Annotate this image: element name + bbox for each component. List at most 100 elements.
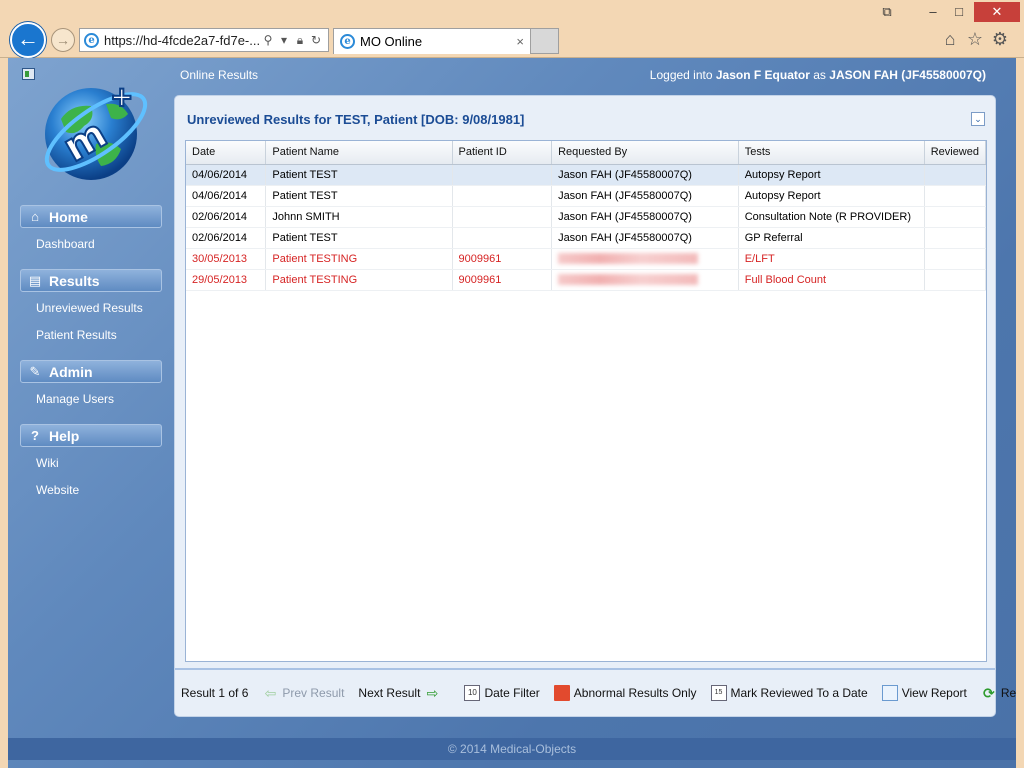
- cell-requested-by: Jason FAH (JF45580007Q): [551, 164, 739, 186]
- results-table: Date Patient Name Patient ID Requested B…: [186, 141, 986, 291]
- svg-text:+: +: [110, 80, 133, 113]
- restore-tab-icon[interactable]: ⧉: [872, 2, 902, 22]
- refresh-button[interactable]: ⟳ Refresh: [981, 685, 1016, 701]
- abnormal-results-only-button[interactable]: Abnormal Results Only: [553, 685, 697, 701]
- table-header-row: Date Patient Name Patient ID Requested B…: [186, 141, 986, 165]
- section-title-home: Home: [49, 208, 88, 225]
- sidebar-section-home[interactable]: ⌂ Home: [20, 205, 162, 228]
- forward-button[interactable]: →: [51, 28, 75, 52]
- col-header-patient-name[interactable]: Patient Name: [265, 141, 453, 165]
- cell-patient-name: Patient TEST: [265, 227, 453, 249]
- collapse-chevron-icon[interactable]: ⌄: [971, 112, 985, 126]
- mark-reviewed-label: Mark Reviewed To a Date: [730, 686, 868, 700]
- table-row[interactable]: 02/06/2014 Johnn SMITH Jason FAH (JF4558…: [186, 206, 986, 228]
- redacted-text: [558, 253, 699, 265]
- sidebar-section-results[interactable]: ▤ Results: [20, 269, 162, 292]
- col-header-reviewed[interactable]: Reviewed: [924, 141, 986, 165]
- prev-result-label: Prev Result: [282, 686, 345, 700]
- mark-reviewed-button[interactable]: 15 Mark Reviewed To a Date: [710, 685, 868, 701]
- cell-date: 04/06/2014: [186, 185, 267, 207]
- sidebar-section-help[interactable]: ? Help: [20, 424, 162, 447]
- logged-user: JASON FAH (JF45580007Q): [829, 68, 986, 82]
- cell-test: Consultation Note (R PROVIDER): [738, 206, 925, 228]
- page-content: m + Online Results Logged into Jason F E…: [8, 58, 1016, 768]
- sidebar-item-manage-users[interactable]: Manage Users: [20, 391, 162, 418]
- cell-patient-name: Patient TESTING: [265, 269, 453, 291]
- settings-gear-icon[interactable]: ⚙: [990, 29, 1010, 49]
- online-results-link[interactable]: Online Results: [180, 68, 258, 82]
- date-filter-label: Date Filter: [484, 686, 540, 700]
- cell-date: 04/06/2014: [186, 164, 267, 186]
- browser-chrome: ⧉ – □ ✕ ← → e https://hd-4fcde2a7-fd7e-.…: [0, 0, 1024, 58]
- section-title-results: Results: [49, 272, 100, 289]
- page-footer: © 2014 Medical-Objects: [8, 738, 1016, 760]
- next-result-button[interactable]: Next Result ⇨: [358, 685, 440, 701]
- cell-reviewed: [924, 164, 986, 186]
- cell-reviewed: [924, 185, 986, 207]
- arrow-right-icon: ⇨: [426, 685, 439, 701]
- reload-icon[interactable]: ↻: [308, 33, 324, 47]
- table-row-abnormal[interactable]: 30/05/2013 Patient TESTING 9009961 E/LFT: [186, 248, 986, 270]
- cell-test: Autopsy Report: [738, 185, 925, 207]
- lock-icon[interactable]: 🔒︎: [292, 33, 308, 48]
- favorites-star-icon[interactable]: ☆: [965, 29, 985, 49]
- table-row-abnormal[interactable]: 29/05/2013 Patient TESTING 9009961 Full …: [186, 269, 986, 291]
- logged-prefix: Logged into: [649, 68, 713, 82]
- dropdown-icon[interactable]: ▾: [276, 33, 292, 47]
- tab-close-icon[interactable]: ×: [516, 34, 524, 49]
- abnormal-only-label: Abnormal Results Only: [573, 686, 697, 700]
- red-document-icon: [553, 685, 570, 701]
- table-row[interactable]: 04/06/2014 Patient TEST Jason FAH (JF455…: [186, 185, 986, 207]
- sidebar-item-dashboard[interactable]: Dashboard: [20, 236, 162, 263]
- sidebar-section-admin[interactable]: ✎ Admin: [20, 360, 162, 383]
- sidebar-item-wiki[interactable]: Wiki: [20, 455, 162, 482]
- back-button[interactable]: ←: [10, 22, 46, 58]
- house-icon: ⌂: [31, 209, 39, 224]
- home-icon[interactable]: ⌂: [940, 29, 960, 49]
- cell-patient-name: Patient TEST: [265, 185, 453, 207]
- sidebar-item-unreviewed-results[interactable]: Unreviewed Results: [20, 300, 162, 327]
- search-icon[interactable]: ⚲: [260, 33, 276, 47]
- prev-result-button[interactable]: ⇦ Prev Result: [262, 685, 345, 701]
- ie-logo-icon: e: [84, 32, 99, 48]
- cell-requested-by-redacted: [551, 269, 739, 291]
- close-window-button[interactable]: ✕: [974, 2, 1020, 22]
- sidebar-item-patient-results[interactable]: Patient Results: [20, 327, 162, 354]
- cell-requested-by: Jason FAH (JF45580007Q): [551, 206, 739, 228]
- calendar-check-icon: 15: [710, 685, 727, 701]
- maximize-button[interactable]: □: [944, 2, 974, 22]
- panel-title: Unreviewed Results for TEST, Patient [DO…: [187, 112, 525, 127]
- result-counter: Result 1 of 6: [181, 686, 249, 700]
- refresh-label: Refresh: [1000, 686, 1016, 700]
- cell-reviewed: [924, 206, 986, 228]
- cell-reviewed: [924, 248, 986, 270]
- report-document-icon: [881, 685, 898, 701]
- table-row[interactable]: 04/06/2014 Patient TEST Jason FAH (JF455…: [186, 164, 986, 186]
- col-header-patient-id[interactable]: Patient ID: [452, 141, 553, 165]
- address-bar[interactable]: e https://hd-4fcde2a7-fd7e-... ⚲ ▾ 🔒︎ ↻: [79, 28, 329, 52]
- cell-date: 30/05/2013: [186, 248, 267, 270]
- sidebar-item-website[interactable]: Website: [20, 482, 162, 509]
- new-tab-button[interactable]: [531, 28, 559, 54]
- date-filter-button[interactable]: 10 Date Filter: [464, 685, 540, 701]
- view-report-button[interactable]: View Report: [881, 685, 967, 701]
- cell-patient-name: Patient TESTING: [265, 248, 453, 270]
- help-icon: ?: [31, 428, 39, 443]
- refresh-icon: ⟳: [982, 685, 995, 701]
- cell-reviewed: [924, 227, 986, 249]
- address-input[interactable]: https://hd-4fcde2a7-fd7e-...: [104, 33, 260, 48]
- table-row[interactable]: 02/06/2014 Patient TEST Jason FAH (JF455…: [186, 227, 986, 249]
- col-header-requested-by[interactable]: Requested By: [551, 141, 739, 165]
- cell-test: E/LFT: [738, 248, 925, 270]
- next-result-label: Next Result: [358, 686, 421, 700]
- col-header-tests[interactable]: Tests: [738, 141, 925, 165]
- cell-patient-id: [452, 206, 553, 228]
- cell-patient-id: [452, 185, 553, 207]
- col-header-date[interactable]: Date: [186, 141, 267, 165]
- browser-tab[interactable]: e MO Online ×: [333, 28, 531, 54]
- app-small-icon[interactable]: [22, 68, 35, 80]
- cell-patient-id: [452, 227, 553, 249]
- cell-patient-name: Johnn SMITH: [265, 206, 453, 228]
- section-title-help: Help: [49, 427, 80, 444]
- results-panel: Unreviewed Results for TEST, Patient [DO…: [174, 95, 1016, 717]
